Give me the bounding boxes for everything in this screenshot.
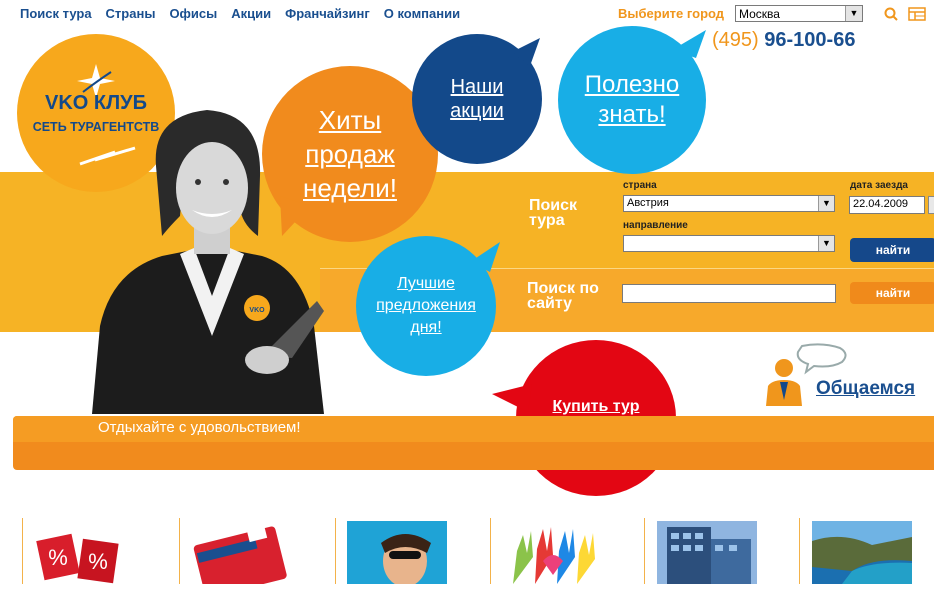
swimmer-photo — [347, 521, 447, 587]
site-search-title: Поиск по сайту — [527, 280, 599, 312]
nav-franchising[interactable]: Франчайзинг — [285, 6, 370, 21]
divider — [335, 518, 336, 584]
country-select[interactable]: Австрия ▼ — [623, 195, 835, 212]
bubble-buy-tail — [492, 384, 532, 412]
phone-main: 96-100-66 — [764, 29, 856, 51]
country-select-value: Австрия — [627, 197, 669, 209]
direction-label: направление — [623, 220, 688, 231]
date-label: дата заезда — [850, 180, 908, 191]
phone-number: (495) 96-100-66 — [712, 29, 855, 52]
tagline: Отдыхайте с удовольствием! — [98, 419, 301, 436]
phone-code: (495) — [712, 29, 759, 51]
city-label: Выберите город — [618, 6, 725, 21]
chat-label[interactable]: Общаемся — [816, 378, 915, 400]
thumb-beach[interactable] — [347, 521, 447, 587]
calendar-icon[interactable] — [928, 196, 934, 214]
svg-text:%: % — [48, 545, 68, 570]
divider — [799, 518, 800, 584]
nav-about[interactable]: О компании — [384, 6, 460, 21]
divider — [644, 518, 645, 584]
chevron-down-icon: ▼ — [818, 236, 834, 251]
bubble-actions-tail — [512, 38, 540, 66]
bubble-hits-text: Хиты продаж недели! — [303, 105, 397, 203]
top-nav: Поиск тура Страны Офисы Акции Франчайзин… — [20, 6, 474, 21]
divider — [22, 518, 23, 584]
bubble-best-text: Лучшие предложения дня! — [376, 275, 476, 336]
hands-heart-icon — [513, 527, 595, 584]
coast-photo — [812, 521, 912, 584]
office-building-photo — [657, 521, 757, 584]
nav-promotions[interactable]: Акции — [231, 6, 271, 21]
city-select[interactable]: Москва ▼ — [735, 5, 863, 22]
thumb-hands[interactable] — [503, 521, 603, 584]
thumb-coast[interactable] — [812, 521, 912, 584]
date-input-value: 22.04.2009 — [853, 198, 909, 210]
bubble-hits-tail — [280, 196, 310, 236]
loyalty-card-icon — [193, 522, 287, 589]
site-search-button[interactable]: найти — [850, 282, 934, 304]
nav-tour-search[interactable]: Поиск тура — [20, 6, 92, 21]
divider — [490, 518, 491, 584]
chevron-down-icon: ▼ — [845, 6, 862, 21]
thumb-building[interactable] — [657, 521, 757, 584]
bubble-best-tail — [470, 242, 500, 272]
thumb-card[interactable] — [190, 521, 290, 589]
nav-countries[interactable]: Страны — [106, 6, 156, 21]
site-search-input[interactable] — [622, 284, 836, 303]
country-label: страна — [623, 180, 657, 191]
search-icon[interactable] — [884, 7, 898, 21]
bubble-actions-text: Наши акции — [450, 76, 504, 122]
divider — [179, 518, 180, 584]
sitemap-icon[interactable] — [908, 7, 926, 21]
tour-search-title: Поиск тура — [529, 197, 578, 229]
date-input[interactable]: 22.04.2009 — [849, 196, 925, 214]
city-select-value: Москва — [739, 7, 780, 21]
bubble-useful-tail — [672, 30, 706, 58]
badge-text: VKO — [249, 307, 265, 314]
bubble-useful-text: Полезно знать! — [584, 71, 680, 128]
direction-select[interactable]: ▼ — [623, 235, 835, 252]
tour-search-button[interactable]: найти — [850, 238, 934, 262]
thumb-discounts[interactable]: % % — [36, 521, 136, 584]
svg-text:%: % — [88, 549, 108, 574]
percent-icon: % % — [36, 533, 119, 584]
chevron-down-icon: ▼ — [818, 196, 834, 211]
nav-offices[interactable]: Офисы — [169, 6, 217, 21]
